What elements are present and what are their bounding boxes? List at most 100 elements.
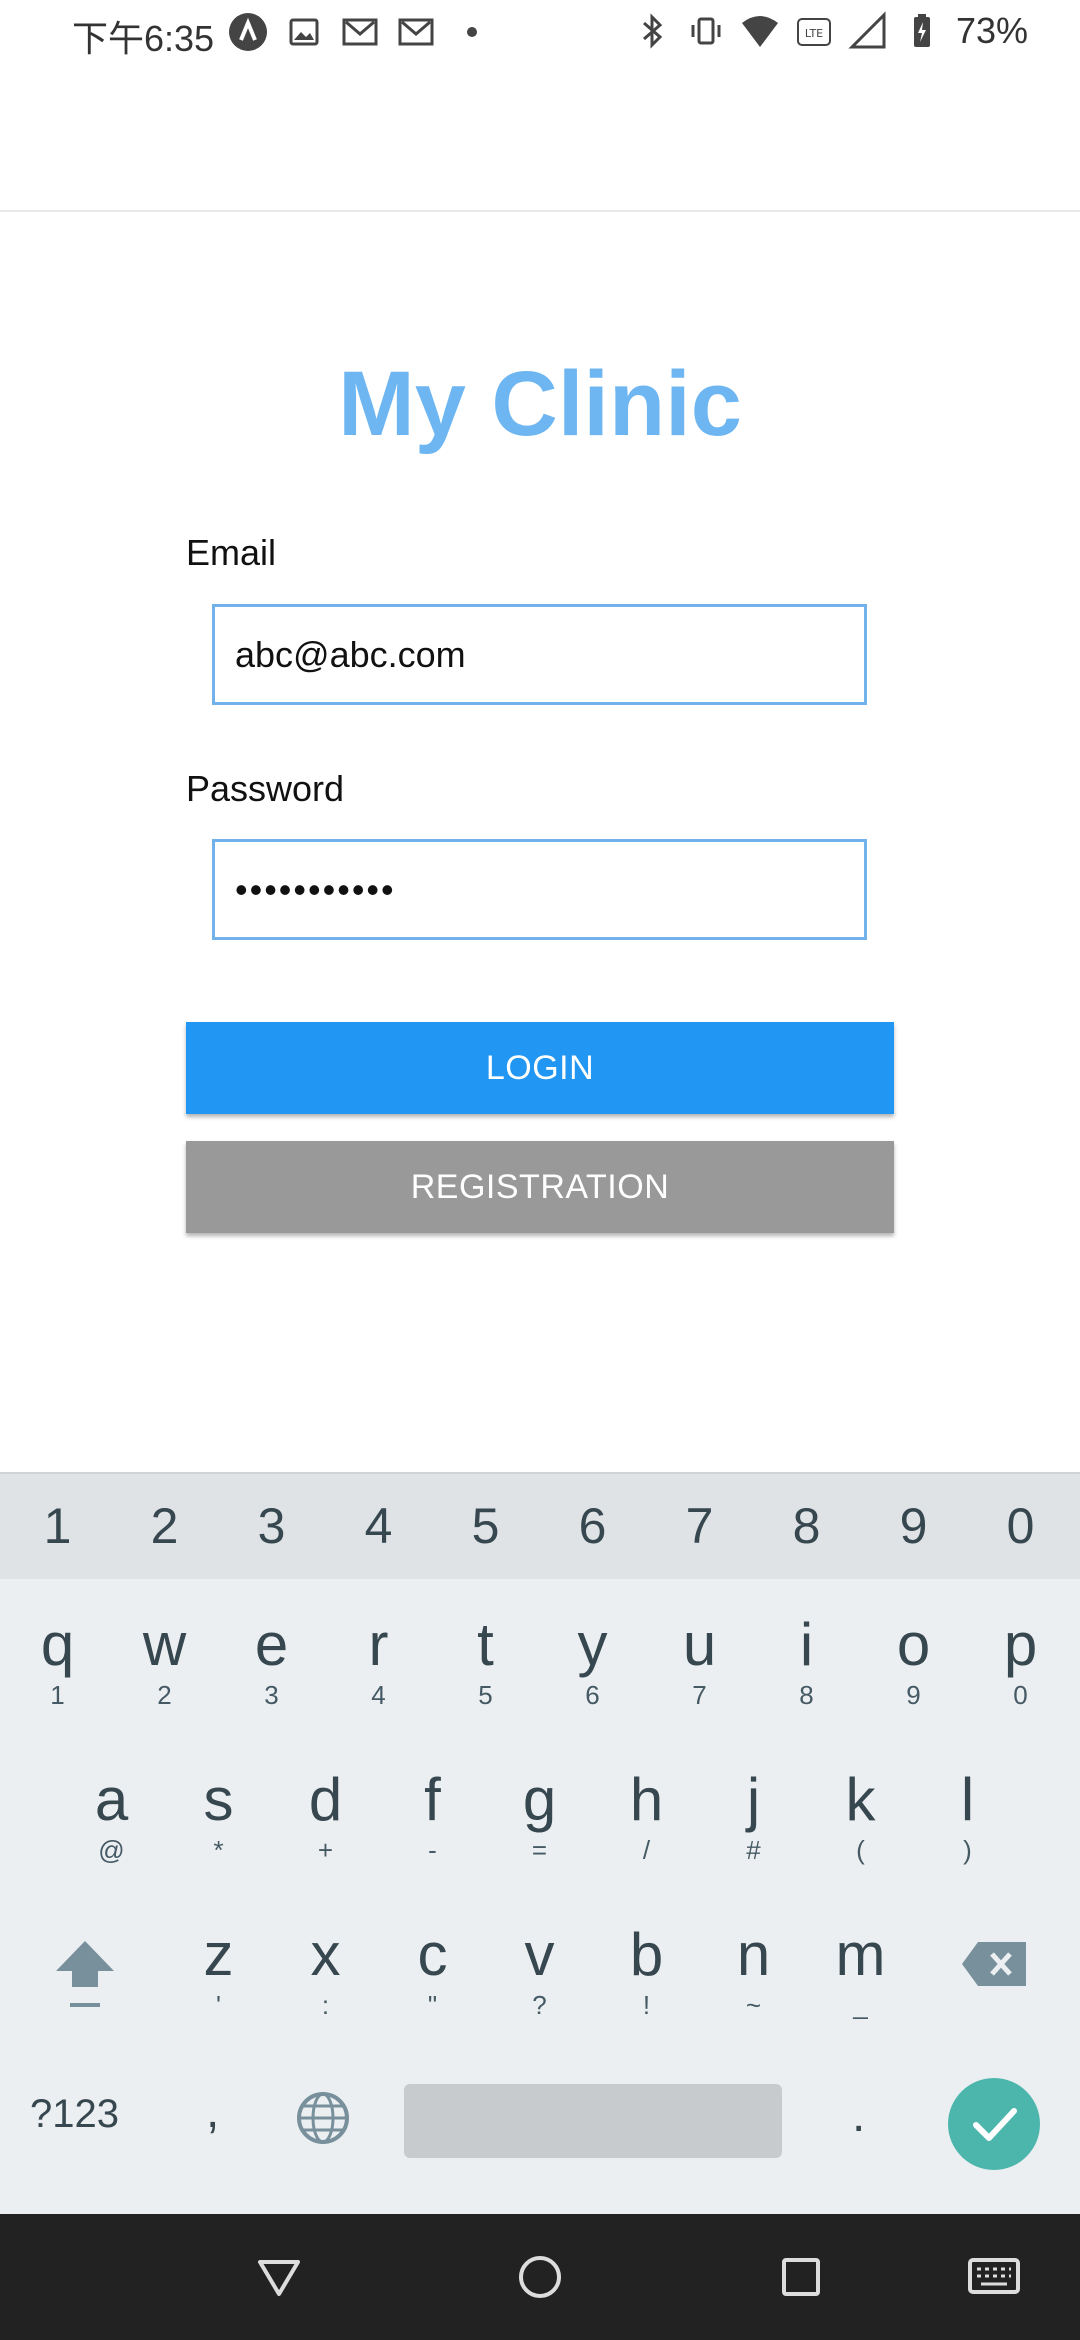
- shift-key[interactable]: [50, 1935, 120, 2015]
- key-8[interactable]: 8: [753, 1474, 860, 1579]
- key-sub-label: ): [963, 1835, 972, 1865]
- key-c[interactable]: c ": [379, 1920, 486, 2020]
- key-z[interactable]: z ': [165, 1920, 272, 2020]
- key-p[interactable]: p0: [967, 1610, 1074, 1710]
- key-f[interactable]: f-: [379, 1765, 486, 1865]
- key-sub-label: ': [216, 1990, 221, 2020]
- globe-icon[interactable]: [295, 2090, 351, 2146]
- key-sub-label: ?: [532, 1990, 547, 2020]
- key-q[interactable]: q1: [4, 1610, 111, 1710]
- key-4[interactable]: 4: [325, 1474, 432, 1579]
- key-sub-label: 7: [692, 1680, 707, 1710]
- key-label: r: [368, 1611, 389, 1678]
- key-label: j: [746, 1766, 761, 1833]
- key-label: p: [1003, 1611, 1038, 1678]
- key-label: y: [577, 1611, 608, 1678]
- keyboard-icon[interactable]: [966, 2252, 1022, 2302]
- key-label: z: [203, 1921, 234, 1988]
- key-u[interactable]: u7: [646, 1610, 753, 1710]
- bluetooth-icon: [642, 13, 663, 49]
- password-field[interactable]: •••••••••••: [212, 839, 867, 940]
- key-x[interactable]: x:: [272, 1920, 379, 2020]
- key-w[interactable]: w2: [111, 1610, 218, 1710]
- status-time: 下午6:35: [72, 18, 215, 59]
- key-sub-label: -: [428, 1835, 437, 1865]
- key-l[interactable]: l): [914, 1765, 1021, 1865]
- key-sub-label: 0: [1013, 1680, 1028, 1710]
- key-label: h: [629, 1766, 664, 1833]
- key-g[interactable]: g =: [486, 1765, 593, 1865]
- key-7[interactable]: 7: [646, 1474, 753, 1579]
- key-sub-label: 3: [264, 1680, 279, 1710]
- key-i[interactable]: i8: [753, 1610, 860, 1710]
- key-label: m: [835, 1921, 886, 1988]
- enter-key[interactable]: [948, 2078, 1040, 2170]
- key-sub-label: +: [317, 1835, 334, 1865]
- key-v[interactable]: v?: [486, 1920, 593, 2020]
- key-y[interactable]: y6: [539, 1610, 646, 1710]
- key-label: o: [896, 1611, 931, 1678]
- battery-icon: [913, 14, 930, 47]
- key-sub-label: #: [746, 1835, 761, 1865]
- period-key[interactable]: .: [852, 2088, 865, 2143]
- space-key[interactable]: [404, 2084, 782, 2158]
- wifi-icon: [741, 16, 778, 47]
- key-j[interactable]: j #: [700, 1765, 807, 1865]
- key-m[interactable]: m _: [807, 1920, 914, 2020]
- key-k[interactable]: k(: [807, 1765, 914, 1865]
- key-sub-label: 9: [906, 1680, 921, 1710]
- key-h[interactable]: h /: [593, 1765, 700, 1865]
- key-sub-label: 5: [478, 1680, 493, 1710]
- key-sub-label: ~: [745, 1990, 762, 2020]
- key-2[interactable]: 2: [111, 1474, 218, 1579]
- key-0[interactable]: 0: [967, 1474, 1074, 1579]
- dot-icon: [467, 27, 477, 37]
- key-o[interactable]: o9: [860, 1610, 967, 1710]
- system-icons: LTE 73%: [632, 10, 1028, 52]
- key-s[interactable]: s *: [165, 1765, 272, 1865]
- key-3[interactable]: 3: [218, 1474, 325, 1579]
- key-t[interactable]: t5: [432, 1610, 539, 1710]
- key-label: d: [308, 1766, 343, 1833]
- check-icon: [973, 2108, 1017, 2141]
- key-label: l: [960, 1766, 975, 1833]
- key-1[interactable]: 1: [4, 1474, 111, 1579]
- key-label: b: [629, 1921, 664, 1988]
- key-sub-label: 2: [157, 1680, 172, 1710]
- login-button[interactable]: LOGIN: [186, 1022, 894, 1114]
- back-icon[interactable]: [254, 2252, 304, 2302]
- key-label: c: [417, 1921, 448, 1988]
- registration-button[interactable]: REGISTRATION: [186, 1141, 894, 1233]
- app-bar: [0, 66, 1080, 212]
- key-a[interactable]: a @: [58, 1765, 165, 1865]
- symbols-key[interactable]: ?123: [30, 2092, 119, 2137]
- key-sub-label: *: [213, 1835, 224, 1865]
- key-6[interactable]: 6: [539, 1474, 646, 1579]
- comma-key[interactable]: ,: [206, 2084, 219, 2139]
- key-label: e: [254, 1611, 289, 1678]
- key-d[interactable]: d +: [272, 1765, 379, 1865]
- home-icon[interactable]: [515, 2252, 565, 2302]
- volte-icon: LTE: [796, 18, 831, 46]
- key-sub-label: /: [642, 1835, 651, 1865]
- key-sub-label: 6: [585, 1680, 600, 1710]
- app-title: My Clinic: [338, 353, 742, 455]
- signal-icon: [848, 11, 886, 49]
- recents-icon[interactable]: [776, 2252, 826, 2302]
- key-b[interactable]: b!: [593, 1920, 700, 2020]
- key-sub-label: _: [853, 1990, 868, 2020]
- number-row: 1 2 3 4 5 6 7 8 9 0: [0, 1472, 1080, 1579]
- key-n[interactable]: n ~: [700, 1920, 807, 2020]
- key-e[interactable]: e3: [218, 1610, 325, 1710]
- key-label: g: [522, 1766, 557, 1833]
- key-5[interactable]: 5: [432, 1474, 539, 1579]
- gmail-icon: [342, 18, 378, 46]
- notification-icons: [228, 12, 492, 52]
- key-9[interactable]: 9: [860, 1474, 967, 1579]
- backspace-key[interactable]: [960, 1940, 1028, 1988]
- email-field[interactable]: abc@abc.com: [212, 604, 867, 705]
- key-sub-label: !: [642, 1990, 651, 2020]
- gmail-icon: [398, 18, 434, 46]
- key-r[interactable]: r4: [325, 1610, 432, 1710]
- vibrate-icon: [691, 17, 721, 45]
